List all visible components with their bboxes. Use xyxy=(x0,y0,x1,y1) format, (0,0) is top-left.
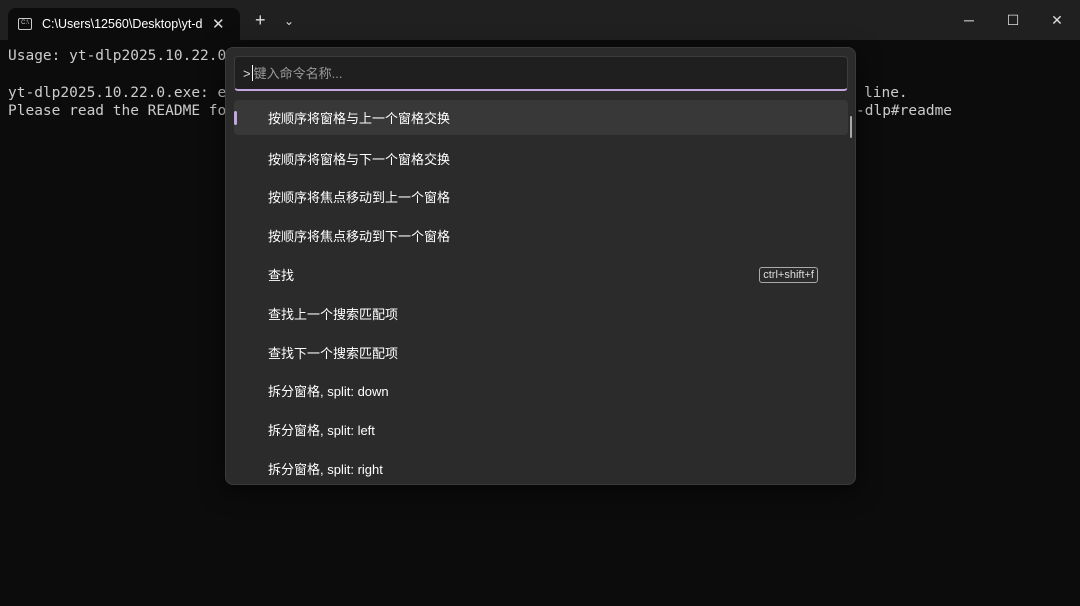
command-label: 拆分窗格, split: right xyxy=(268,459,383,478)
terminal-line: line. xyxy=(864,84,908,102)
command-item[interactable]: 查找下一个搜索匹配项 xyxy=(234,333,848,372)
command-label: 按顺序将窗格与下一个窗格交换 xyxy=(268,149,450,168)
close-tab-icon[interactable]: ✕ xyxy=(212,15,225,33)
terminal-line: yt-dlp2025.10.22.0.exe: e xyxy=(8,84,226,102)
command-item[interactable]: 查找 ctrl+shift+f xyxy=(234,255,848,294)
command-label: 查找上一个搜索匹配项 xyxy=(268,304,398,323)
command-item[interactable]: 拆分窗格, split: left xyxy=(234,410,848,449)
new-tab-button[interactable]: + xyxy=(255,10,266,31)
command-item[interactable]: 按顺序将焦点移动到上一个窗格 xyxy=(234,178,848,217)
command-item[interactable]: 按顺序将窗格与下一个窗格交换 xyxy=(234,139,848,178)
command-label: 查找下一个搜索匹配项 xyxy=(268,343,398,362)
terminal-icon: C:\ xyxy=(18,18,32,30)
command-label: 按顺序将窗格与上一个窗格交换 xyxy=(268,108,450,127)
command-item[interactable]: 按顺序将焦点移动到下一个窗格 xyxy=(234,216,848,255)
command-list: 按顺序将窗格与上一个窗格交换 按顺序将窗格与下一个窗格交换 按顺序将焦点移动到上… xyxy=(234,100,848,488)
command-search-input[interactable] xyxy=(254,66,814,81)
tab-terminal[interactable]: C:\ C:\Users\12560\Desktop\yt-dlp ✕ xyxy=(8,8,240,40)
text-caret xyxy=(252,65,253,81)
command-item[interactable]: 按顺序将窗格与上一个窗格交换 xyxy=(234,100,848,135)
minimize-button[interactable]: ─ xyxy=(946,6,992,34)
command-item[interactable]: 查找上一个搜索匹配项 xyxy=(234,294,848,333)
command-item[interactable]: 拆分窗格, split: down xyxy=(234,372,848,411)
title-bar: C:\ C:\Users\12560\Desktop\yt-dlp ✕ + ⌄ … xyxy=(0,0,1080,40)
tab-title: C:\Users\12560\Desktop\yt-dlp xyxy=(42,17,202,31)
terminal-line: Usage: yt-dlp2025.10.22.0 xyxy=(8,47,226,65)
prompt-symbol: > xyxy=(243,66,251,81)
command-item[interactable]: 拆分窗格, split: right xyxy=(234,449,848,488)
dropdown-chevron-icon[interactable]: ⌄ xyxy=(284,14,294,28)
command-label: 按顺序将焦点移动到下一个窗格 xyxy=(268,226,450,245)
shortcut-badge: ctrl+shift+f xyxy=(759,267,818,283)
command-label: 按顺序将焦点移动到上一个窗格 xyxy=(268,187,450,206)
command-label: 查找 xyxy=(268,265,294,284)
command-palette: > 按顺序将窗格与上一个窗格交换 按顺序将窗格与下一个窗格交换 按顺序将焦点移动… xyxy=(225,47,856,485)
command-label: 拆分窗格, split: left xyxy=(268,420,375,439)
close-window-button[interactable]: ✕ xyxy=(1034,6,1080,34)
command-search-box[interactable]: > xyxy=(234,56,848,91)
scrollbar-thumb[interactable] xyxy=(850,116,852,138)
terminal-line: Please read the README fo xyxy=(8,102,226,120)
maximize-button[interactable]: ☐ xyxy=(990,6,1036,34)
command-label: 拆分窗格, split: down xyxy=(268,381,389,400)
terminal-line: -dlp#readme xyxy=(856,102,952,120)
